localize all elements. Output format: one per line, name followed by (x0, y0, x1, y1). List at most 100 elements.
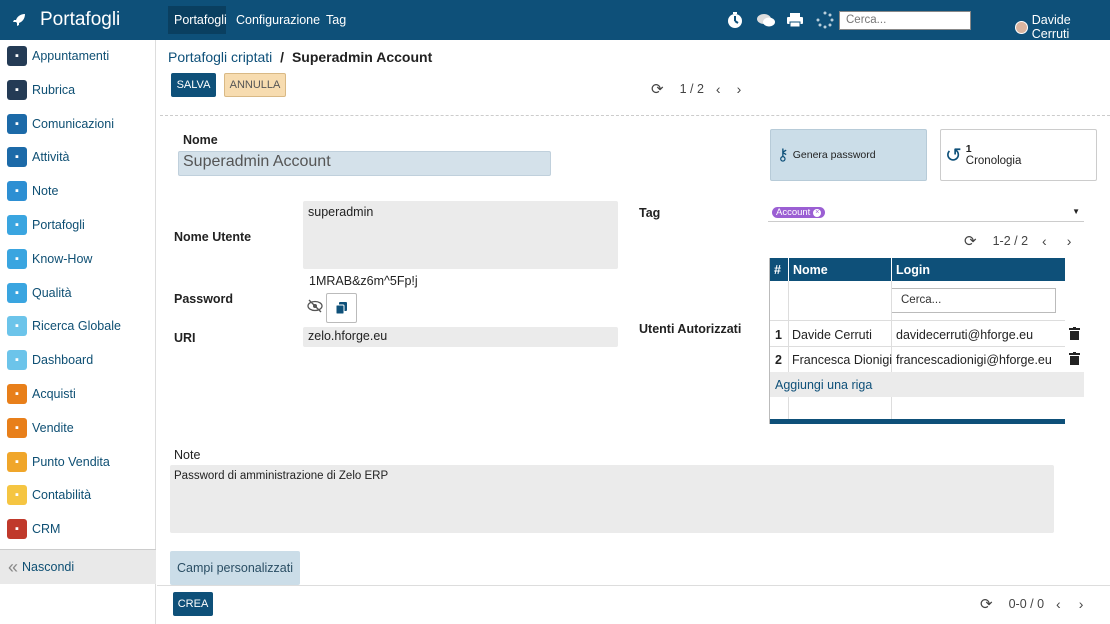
table-row[interactable]: 2 Francesca Dionigi francescadionigi@hfo… (770, 346, 1080, 372)
tag-badge: Account × (772, 207, 826, 218)
user-name: Davide Cerruti (1031, 13, 1071, 41)
notes-label: Note (174, 448, 201, 462)
main-content: Portafogli criptati / Superadmin Account… (157, 40, 1110, 624)
sidebar-item-label: CRM (32, 522, 61, 537)
history-label: Cronologia (965, 155, 1022, 167)
footer-refresh-icon[interactable]: ⟳ (980, 595, 993, 613)
footer-chevron-left-icon[interactable]: ‹ (1056, 596, 1061, 612)
sidebar-item-rubrica[interactable]: ▪ Rubrica (7, 78, 75, 102)
add-row-link[interactable]: Aggiungi una riga (770, 372, 1084, 397)
spinner-icon (816, 11, 836, 29)
sidebar-item-label: Know-How (32, 251, 93, 266)
sidebar-item-label: Contabilità (32, 488, 92, 503)
tag-field[interactable]: Account × ▼ (768, 204, 1084, 222)
sidebar-item-label: Comunicazioni (32, 116, 114, 131)
password-value: 1MRAB&z6m^5Fp!j (309, 274, 418, 288)
table-chevron-left-icon[interactable]: ‹ (1042, 233, 1047, 249)
sidebar-item-label: Ricerca Globale (32, 319, 121, 334)
password-label: Password (174, 292, 234, 306)
sidebar-item-contabilit-[interactable]: ▪ Contabilità (7, 483, 91, 507)
row-number: 1 (775, 328, 782, 342)
sidebar-item-label: Attività (32, 150, 70, 165)
sidebar-collapse-button[interactable]: « Nascondi (0, 549, 156, 584)
lock-icon: ▪ (7, 215, 27, 235)
footer-bar: CREA ⟳ 0-0 / 0 ‹ › (157, 585, 1110, 624)
sidebar-item-crm[interactable]: ▪ CRM (7, 517, 60, 541)
table-search-input[interactable]: Cerca... (891, 288, 1056, 313)
copy-password-button[interactable] (326, 293, 357, 323)
sidebar-item-ricerca-globale[interactable]: ▪ Ricerca Globale (7, 314, 121, 338)
username-label: Nome Utente (174, 230, 252, 244)
sidebar-item-comunicazioni[interactable]: ▪ Comunicazioni (7, 112, 114, 136)
refresh-icon[interactable]: ⟳ (651, 80, 664, 98)
brand-label: Portafogli (40, 9, 121, 30)
sidebar-item-note[interactable]: ▪ Note (7, 179, 58, 203)
sidebar-item-label: Vendite (32, 420, 74, 435)
sidebar-item-qualit-[interactable]: ▪ Qualità (7, 281, 72, 305)
sidebar-item-vendite[interactable]: ▪ Vendite (7, 416, 74, 440)
chat-icon[interactable] (756, 11, 776, 29)
breadcrumb-parent-link[interactable]: Portafogli criptati (168, 49, 272, 65)
uri-input[interactable]: zelo.hforge.eu (303, 327, 618, 347)
calendar-icon: ▪ (7, 46, 27, 66)
save-button[interactable]: SALVA (171, 73, 216, 97)
notes-textarea[interactable]: Password di amministrazione di Zelo ERP (170, 465, 1054, 533)
sidebar-item-know-how[interactable]: ▪ Know-How (7, 247, 92, 271)
sidebar-item-attivit-[interactable]: ▪ Attività (7, 145, 70, 169)
nav-configurazione[interactable]: Configurazione (236, 13, 320, 27)
table-pager: 1-2 / 2 (992, 234, 1029, 248)
generate-password-button[interactable]: ⚷ Genera password (770, 129, 927, 181)
sidebar-item-label: Dashboard (32, 353, 94, 368)
brand[interactable]: Portafogli (12, 9, 120, 31)
clock-icon[interactable] (726, 11, 746, 29)
tag-remove-icon[interactable]: × (813, 208, 822, 217)
row-login: francescadionigi@hforge.eu (896, 353, 1052, 367)
sidebar-item-acquisti[interactable]: ▪ Acquisti (7, 382, 76, 406)
sidebar: ▪ Appuntamenti ▪ Rubrica ▪ Comunicazioni ▪ Atti… (0, 40, 156, 624)
trash-icon[interactable] (1069, 352, 1080, 368)
chevron-left-icon[interactable]: ‹ (716, 81, 721, 97)
crm-icon: ▪ (7, 519, 27, 540)
create-button[interactable]: CREA (173, 592, 213, 616)
chat-icon: ▪ (7, 113, 27, 134)
dropdown-arrow-icon[interactable]: ▼ (1072, 207, 1080, 216)
col-header-nome[interactable]: Nome (788, 258, 891, 281)
trash-icon[interactable] (1069, 327, 1080, 343)
table-refresh-icon[interactable]: ⟳ (964, 232, 977, 250)
breadcrumb-separator: / (280, 49, 285, 65)
record-form: Nome Superadmin Account Nome Utente supe… (160, 115, 1110, 585)
sidebar-item-appuntamenti[interactable]: ▪ Appuntamenti (7, 44, 109, 68)
name-label: Nome (183, 133, 218, 147)
sidebar-item-portafogli[interactable]: ▪ Portafogli (7, 213, 85, 237)
contacts-icon: ▪ (7, 79, 27, 100)
col-header-login[interactable]: Login (891, 258, 1065, 281)
print-icon[interactable] (786, 11, 806, 29)
nav-tag[interactable]: Tag (326, 13, 346, 27)
cancel-button[interactable]: ANNULLA (224, 73, 286, 97)
nav-portafogli[interactable]: Portafogli (168, 6, 227, 34)
table-row[interactable]: 1 Davide Cerruti davidecerruti@hforge.eu (770, 320, 1080, 346)
sidebar-item-dashboard[interactable]: ▪ Dashboard (7, 348, 93, 372)
chevron-right-icon[interactable]: › (737, 81, 742, 97)
eye-slash-icon[interactable] (307, 299, 323, 316)
accounting-icon: ▪ (7, 485, 27, 506)
global-search-input[interactable]: Cerca... (839, 11, 971, 30)
footer-chevron-right-icon[interactable]: › (1079, 596, 1084, 612)
history-button[interactable]: ↺ 1 Cronologia (940, 129, 1097, 181)
avatar (1015, 20, 1028, 34)
sidebar-item-label: Qualità (32, 285, 72, 300)
username-textarea[interactable]: superadmin (303, 201, 618, 269)
rocket-icon (13, 14, 25, 26)
footer-pager: 0-0 / 0 (1008, 597, 1045, 611)
name-input[interactable]: Superadmin Account (178, 151, 551, 176)
sidebar-item-punto-vendita[interactable]: ▪ Punto Vendita (7, 450, 110, 474)
custom-fields-tab[interactable]: Campi personalizzati (170, 551, 300, 585)
user-menu[interactable]: Davide Cerruti (1015, 13, 1110, 41)
table-chevron-right-icon[interactable]: › (1067, 233, 1072, 249)
purchase-icon: ▪ (7, 384, 27, 404)
tag-badge-label: Account (776, 207, 811, 218)
row-name: Davide Cerruti (792, 328, 872, 342)
sidebar-collapse-label: Nascondi (22, 560, 75, 574)
sidebar-item-label: Rubrica (32, 82, 76, 97)
generate-password-label: Genera password (792, 149, 876, 161)
